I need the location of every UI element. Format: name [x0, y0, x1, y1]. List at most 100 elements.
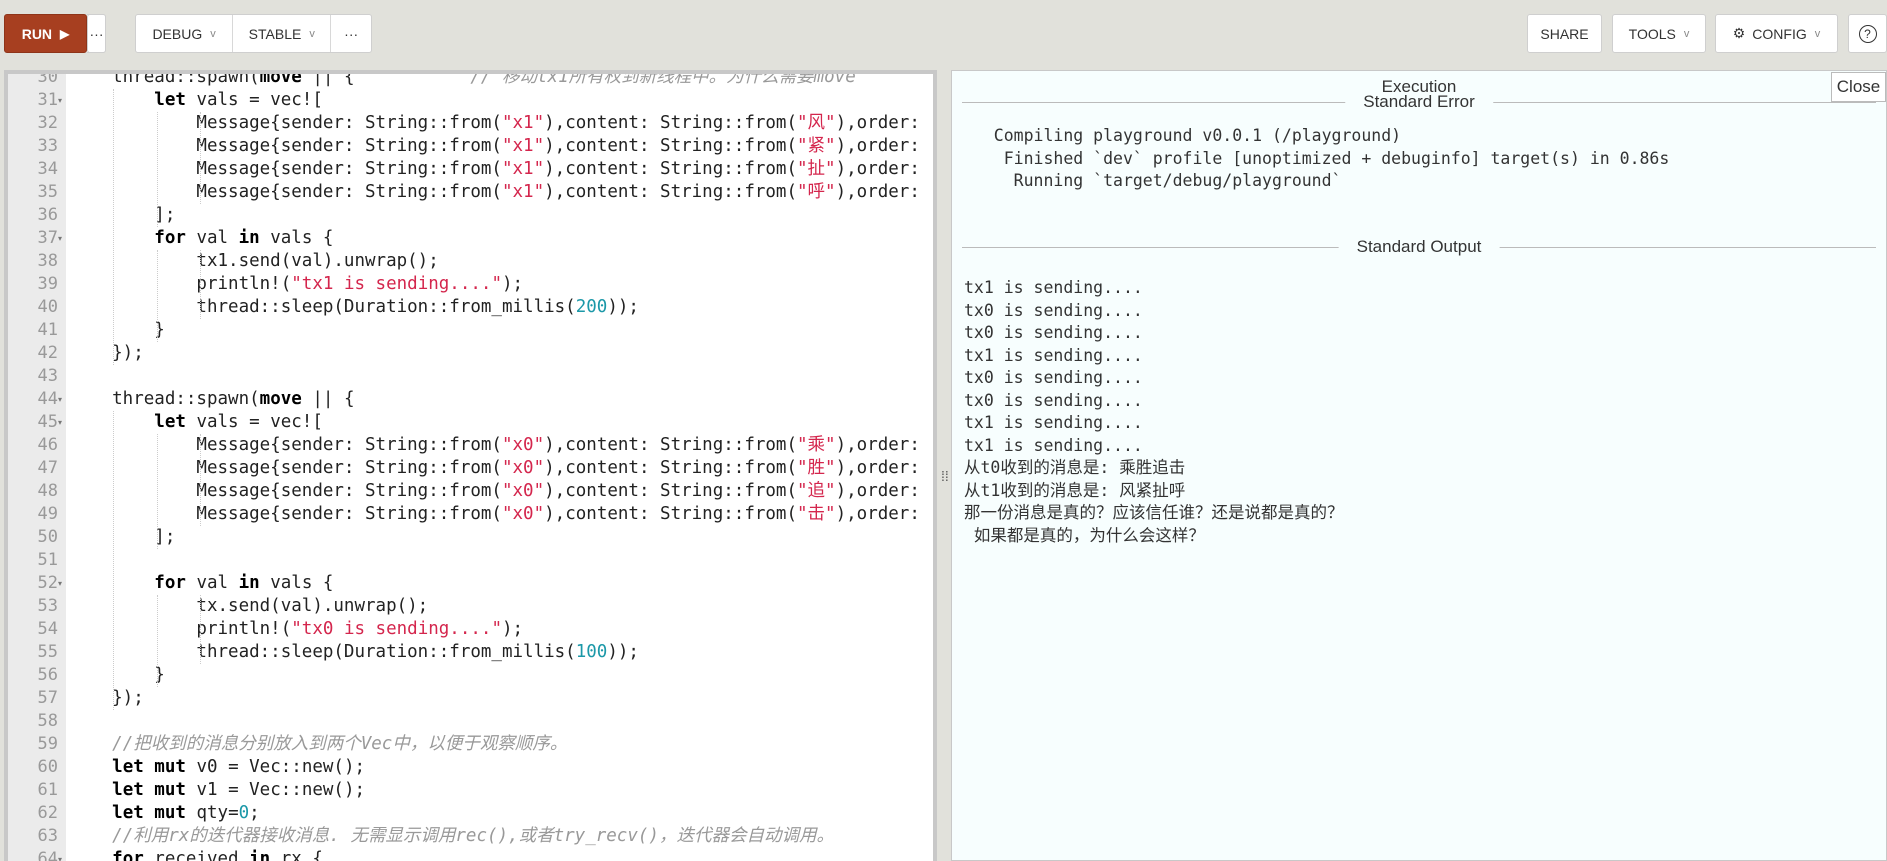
code-line: let vals = vec![ [70, 89, 323, 112]
code-token: println!( [70, 619, 292, 639]
code-token: Message{sender: String::from( [70, 435, 502, 455]
line-number: 43 [37, 366, 58, 386]
code-line: tx.send(val).unwrap(); [70, 595, 428, 618]
stdout-heading: Standard Output [1338, 237, 1500, 257]
fold-toggle-icon[interactable]: ▾ [58, 848, 62, 861]
code-token: Message{sender: String::from( [70, 458, 502, 478]
fold-toggle-icon[interactable]: ▾ [58, 411, 62, 434]
code-line: Message{sender: String::from("x1"),conte… [70, 112, 920, 135]
code-line: println!("tx0 is sending...."); [70, 618, 523, 641]
code-line: Message{sender: String::from("x0"),conte… [70, 434, 919, 457]
indent-guide [200, 250, 201, 319]
fold-toggle-icon[interactable]: ▾ [58, 388, 62, 411]
code-token: } [70, 320, 165, 340]
line-number: 59 [37, 734, 58, 754]
fold-toggle-icon[interactable]: ▾ [58, 572, 62, 595]
tools-label: TOOLS [1628, 25, 1676, 42]
code-token: tx.send(val).unwrap(); [70, 596, 429, 616]
code-token: "乘" [797, 435, 836, 455]
code-token: ),order: [835, 504, 920, 524]
run-more-button-face[interactable]: ··· [87, 14, 106, 53]
fold-toggle-icon[interactable]: ▾ [58, 227, 62, 250]
code-line: }); [70, 342, 144, 365]
help-button[interactable]: ? [1848, 14, 1887, 53]
line-number: 50 [37, 527, 58, 547]
code-token: "tx0 is sending...." [291, 619, 502, 639]
more-icon: ··· [89, 25, 104, 42]
output-line: 从t0收到的消息是: 乘胜追击 [964, 458, 1186, 477]
debug-label: DEBUG [152, 25, 203, 42]
code-token: vals = vec![ [185, 412, 323, 432]
indent-guide [113, 411, 114, 710]
code-token: ; [249, 803, 260, 823]
config-label: CONFIG [1752, 25, 1807, 42]
code-token: ),order: [835, 136, 920, 156]
code-token: Message{sender: String::from( [70, 113, 502, 133]
line-number: 64 [37, 849, 58, 861]
resize-handle[interactable]: ⁞⁞ [941, 469, 949, 483]
stable-label: STABLE [248, 25, 302, 42]
stderr-text: Compiling playground v0.0.1 (/playground… [964, 125, 1670, 193]
code-token: in [238, 573, 260, 593]
debug-dropdown[interactable]: DEBUG v [136, 15, 234, 52]
code-token: //利用rx的迭代器接收消息. 无需显示调用rec(),或者try_recv()… [112, 826, 834, 846]
code-editor[interactable]: 30 31 ▾ 32 33 34 35 36 37 ▾ 38 39 40 41 42 43 44 ▾ 45 ▾ 46 47… [4, 70, 937, 861]
run-button[interactable]: RUN ▶ [4, 14, 87, 53]
code-token: vals { [259, 228, 334, 248]
code-line: for received in rx { [70, 848, 323, 861]
code-token: }); [70, 688, 144, 708]
code-token: ); [501, 274, 524, 294]
output-line: tx0 is sending.... [964, 323, 1143, 342]
run-label: RUN [21, 25, 53, 42]
code-token: "x0" [501, 504, 545, 524]
code-token: Message{sender: String::from( [70, 504, 502, 524]
advanced-options-button[interactable]: ··· [331, 15, 371, 52]
code-token: val [185, 573, 239, 593]
indent-guide [113, 89, 114, 365]
line-number: 53 [37, 596, 58, 616]
code-token: ),order: [835, 113, 920, 133]
code-token: println!( [70, 274, 292, 294]
code-token: let mut [112, 757, 186, 777]
line-number: 49 [37, 504, 58, 524]
code-token: vals = vec![ [185, 90, 323, 110]
code-line: } [70, 664, 165, 687]
line-number: 33 [37, 136, 58, 156]
line-number: 61 [37, 780, 58, 800]
stderr-heading: Standard Error [1345, 92, 1493, 112]
code-line: }); [70, 687, 144, 710]
code-line: Message{sender: String::from("x1"),conte… [70, 158, 919, 181]
line-number: 42 [37, 343, 58, 363]
code-token: )); [607, 297, 639, 317]
config-dropdown[interactable]: ⚙ CONFIG v [1715, 14, 1838, 53]
line-number: 55 [37, 642, 58, 662]
tools-dropdown[interactable]: TOOLS v [1612, 14, 1706, 53]
code-line: let mut qty=0; [70, 802, 260, 825]
line-number: 46 [37, 435, 58, 455]
output-line: Finished `dev` profile [unoptimized + de… [964, 148, 1670, 168]
line-number: 56 [37, 665, 58, 685]
close-button[interactable]: Close [1831, 72, 1886, 102]
code-token: thread::sleep(Duration::from_millis( [70, 642, 576, 662]
stable-dropdown[interactable]: STABLE v [233, 15, 332, 52]
code-token: "追" [797, 481, 836, 501]
code-token: for [112, 849, 144, 861]
code-line: let vals = vec![ [70, 411, 323, 434]
stderr-divider: Standard Error [962, 92, 1876, 112]
fold-toggle-icon[interactable]: ▾ [58, 89, 62, 112]
line-number: 52 [37, 573, 58, 593]
line-number: 57 [37, 688, 58, 708]
code-token: move [259, 70, 302, 87]
code-token: "x0" [501, 458, 545, 478]
line-number: 35 [37, 182, 58, 202]
share-button[interactable]: SHARE [1527, 14, 1602, 53]
code-token: "x0" [501, 481, 545, 501]
code-line: thread::spawn(move || { [70, 388, 354, 411]
line-number: 39 [37, 274, 58, 294]
code-line: } [70, 319, 165, 342]
